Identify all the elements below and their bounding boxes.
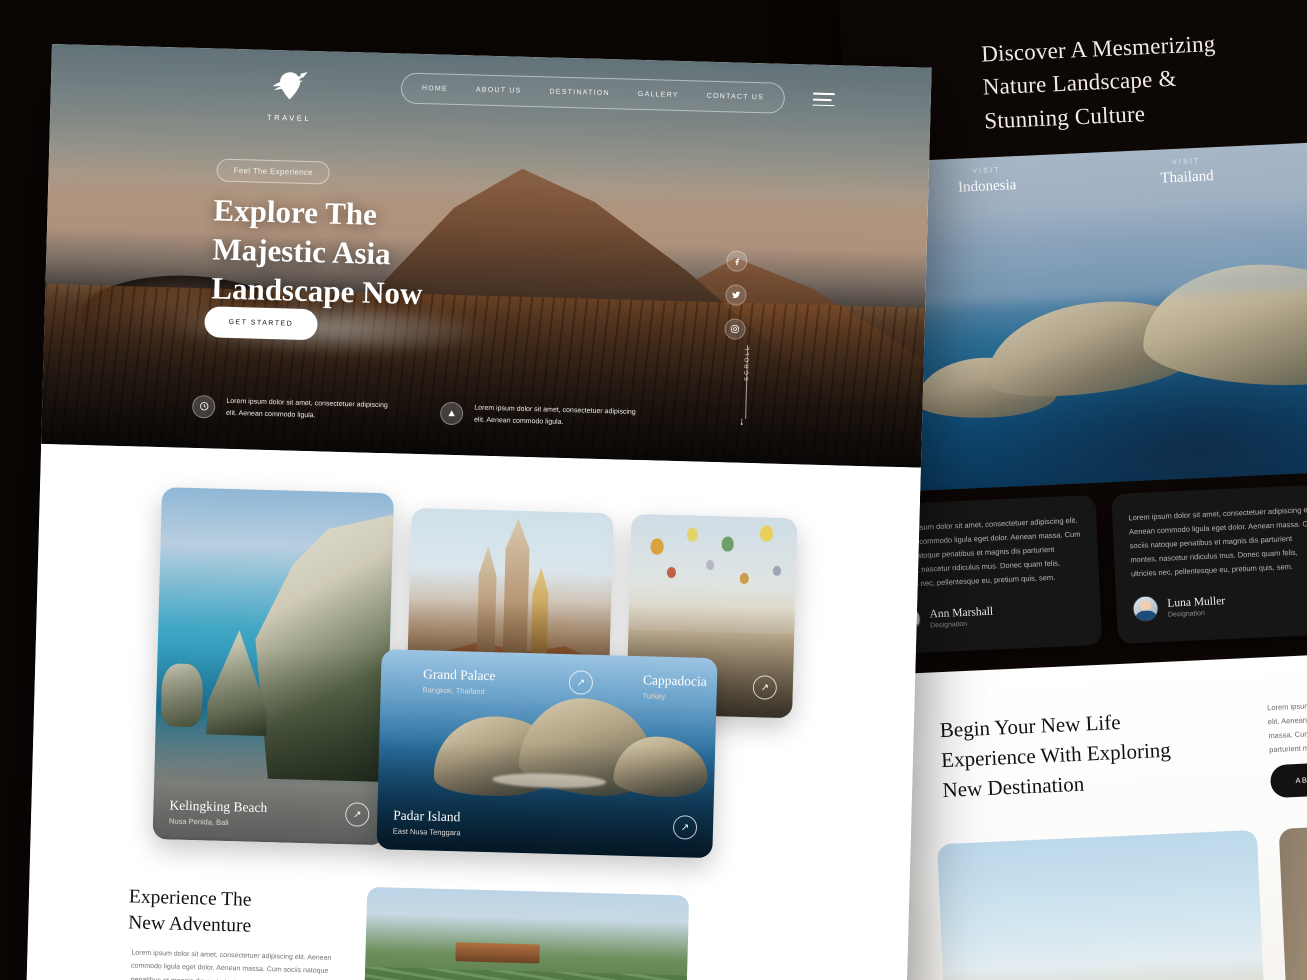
scroll-indicator: SCROLL ↓ <box>727 344 768 428</box>
cta-body-text: Lorem ipsum dolor sit amet, consectetuer… <box>1266 695 1307 754</box>
hero-title: Explore The Majestic Asia Landscape Now <box>211 190 425 313</box>
adventure-heading: Experience The New Adventure <box>128 884 252 939</box>
adventure-heading-line-2: New Adventure <box>127 912 252 937</box>
cta-image-row <box>937 820 1307 980</box>
card-title: Grand Palace <box>422 666 496 684</box>
card-meta: Kelingking Beach Nusa Penida, Bali <box>169 797 268 828</box>
left-page-body: Kelingking Beach Nusa Penida, Bali ↗ Gra… <box>25 443 921 980</box>
facebook-icon[interactable] <box>726 250 748 272</box>
destination-card-grid: Kelingking Beach Nusa Penida, Bali ↗ Gra… <box>30 484 920 878</box>
cta-heading: Begin Your New Life Experience With Expl… <box>939 702 1253 805</box>
about-us-button[interactable]: ABOUT US <box>1269 760 1307 799</box>
hero-feature-text: Lorem ipsum dolor sit amet, consectetuer… <box>473 404 636 427</box>
cta-button-group: ABOUT US EXPLORE <box>1269 756 1307 799</box>
card-title: Padar Island <box>393 807 461 825</box>
left-page-mockup: TRAVEL HOME ABOUT US DESTINATION GALLERY… <box>22 44 932 980</box>
scroll-label: SCROLL <box>744 344 752 382</box>
brand-word: TRAVEL <box>266 112 312 124</box>
testimonial-name: Luna Muller <box>1167 594 1226 610</box>
testimonials-row: Lorem ipsum dolor sit amet, consectetuer… <box>873 473 1307 655</box>
hero-feature-item: Lorem ipsum dolor sit amet, consectetuer… <box>191 394 393 426</box>
hero-title-line-1: Explore The <box>213 192 378 232</box>
get-started-button[interactable]: GET STARTED <box>204 306 318 341</box>
hamburger-menu-icon[interactable] <box>812 92 835 107</box>
hero-section: TRAVEL HOME ABOUT US DESTINATION GALLERY… <box>41 44 932 468</box>
instagram-icon[interactable] <box>724 318 746 340</box>
testimonial-name: Ann Marshall <box>929 605 994 621</box>
avatar <box>1132 595 1160 623</box>
twitter-icon[interactable] <box>725 284 747 306</box>
card-meta: Padar Island East Nusa Tenggara <box>393 808 462 838</box>
mountain-icon <box>439 401 464 426</box>
card-subtitle: East Nusa Tenggara <box>392 826 461 838</box>
adventure-image <box>362 886 690 980</box>
adventure-body-text: Lorem ipsum dolor sit amet, consectetuer… <box>130 949 337 980</box>
adventure-heading-line-1: Experience The <box>128 886 252 911</box>
destination-card-kelingking-beach[interactable]: Kelingking Beach Nusa Penida, Bali ↗ <box>152 487 394 846</box>
card-subtitle: Bangkok, Thailand <box>422 685 485 696</box>
hut-shape <box>455 942 540 964</box>
card-overlay <box>152 487 394 846</box>
testimonial-card[interactable]: Lorem ipsum dolor sit amet, consectetuer… <box>1111 484 1307 644</box>
hero-feature-text: Lorem ipsum dolor sit amet, consectetuer… <box>225 397 388 420</box>
right-cta-section: Begin Your New Life Experience With Expl… <box>869 646 1307 980</box>
scroll-arrow-icon: ↓ <box>738 415 745 428</box>
card-title: Kelingking Beach <box>169 797 268 816</box>
testimonial-quote: Lorem ipsum dolor sit amet, consectetuer… <box>890 515 1081 589</box>
brand-logo[interactable]: TRAVEL <box>254 66 325 124</box>
testimonial-quote: Lorem ipsum dolor sit amet, consectetuer… <box>1128 504 1307 578</box>
card-meta: Grand Palace Bangkok, Thailand <box>423 666 496 696</box>
nav-item-destination[interactable]: DESTINATION <box>535 84 624 101</box>
testimonial-author: Luna Muller Designation <box>1132 588 1307 623</box>
hero-badge: Feel The Experience <box>216 158 331 185</box>
cta-image-landscape <box>937 829 1265 980</box>
screenshot-stage: Discover A Mesmerizing Nature Landscape … <box>0 0 1307 980</box>
testimonial-author: Ann Marshall Designation <box>894 599 1085 634</box>
adventure-section: Experience The New Adventure Lorem ipsum… <box>25 882 909 980</box>
testimonial-role: Designation <box>1167 609 1205 619</box>
cta-image-traveler <box>1278 820 1307 980</box>
card-title: Cappadocia <box>642 672 707 689</box>
card-meta: Cappadocia Turkey <box>642 672 706 702</box>
travel-pin-plane-logo-icon <box>266 66 313 113</box>
nav-item-home[interactable]: HOME <box>408 81 462 97</box>
testimonial-role: Designation <box>929 620 968 630</box>
right-page-heading: Discover A Mesmerizing Nature Landscape … <box>980 19 1307 138</box>
hero-title-line-2: Majestic Asia <box>212 231 392 272</box>
hero-feature-item: Lorem ipsum dolor sit amet, consectetuer… <box>439 401 641 432</box>
nav-item-contact-us[interactable]: CONTACT US <box>693 88 779 105</box>
card-subtitle: Turkey <box>642 691 666 701</box>
nav-item-gallery[interactable]: GALLERY <box>624 86 693 103</box>
social-links <box>724 250 748 340</box>
nav-item-about-us[interactable]: ABOUT US <box>462 82 536 99</box>
terrace-shape <box>362 966 688 980</box>
clock-icon <box>191 394 216 419</box>
